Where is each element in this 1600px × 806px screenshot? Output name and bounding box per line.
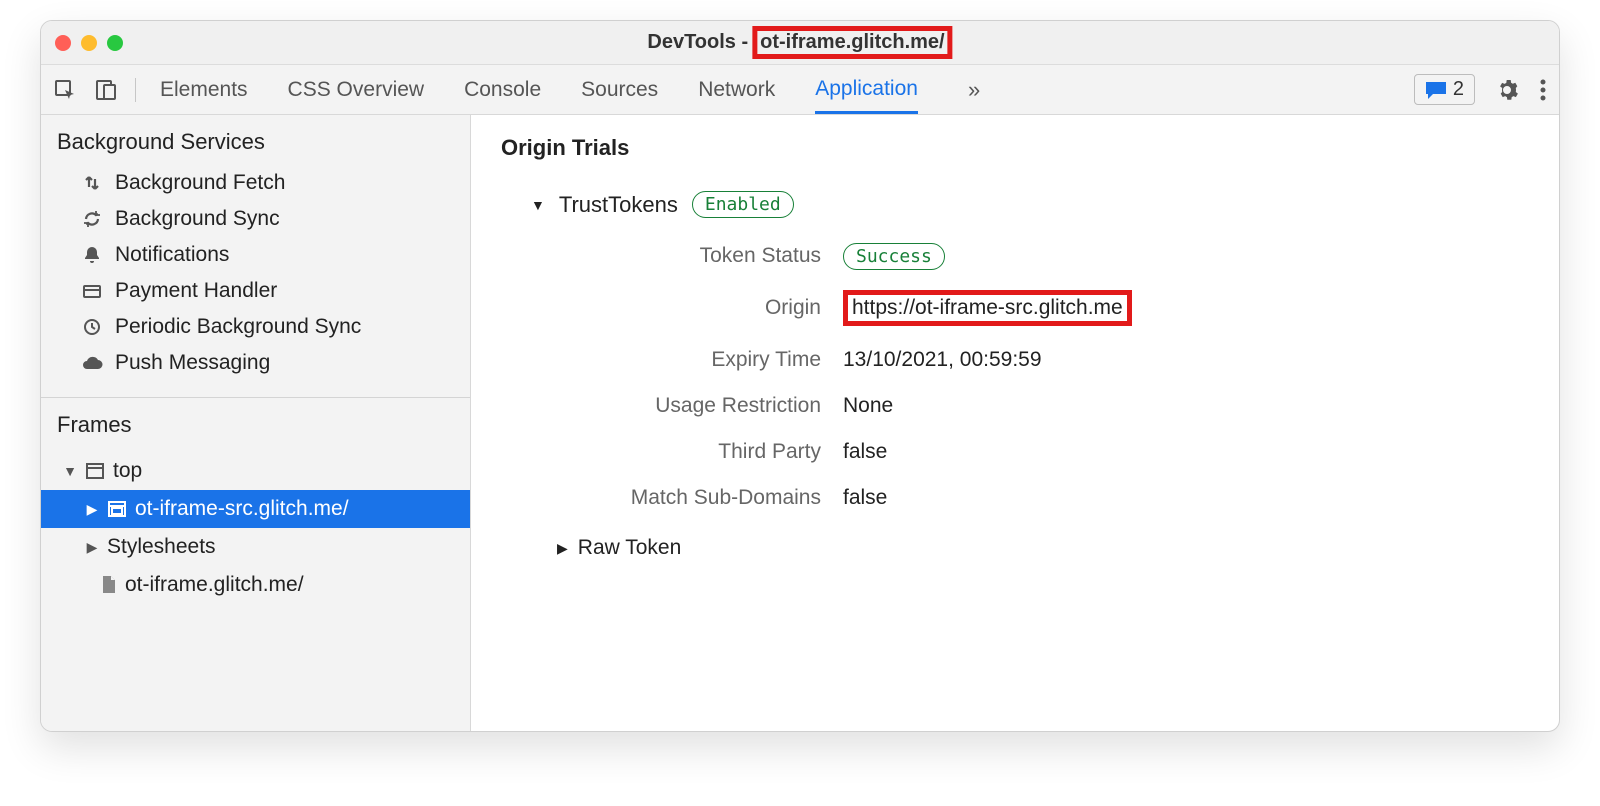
- sidebar-item-push-messaging[interactable]: Push Messaging: [41, 345, 470, 381]
- tab-css-overview[interactable]: CSS Overview: [288, 68, 425, 112]
- sidebar-item-periodic-background-sync[interactable]: Periodic Background Sync: [41, 309, 470, 345]
- disclosure-triangle-icon[interactable]: ▼: [531, 197, 545, 213]
- sidebar-section-frames: Frames: [41, 398, 470, 448]
- trial-details-table: Token Status Success Origin https://ot-i…: [501, 244, 1529, 510]
- disclosure-triangle-icon[interactable]: ▶: [557, 540, 568, 557]
- sidebar-section-background-services: Background Services: [41, 115, 470, 165]
- frame-label: Stylesheets: [107, 535, 216, 559]
- section-heading-origin-trials: Origin Trials: [501, 135, 1529, 161]
- tab-elements[interactable]: Elements: [160, 68, 248, 112]
- sidebar-item-label: Notifications: [115, 243, 229, 267]
- window-title: DevTools - ot-iframe.glitch.me/: [647, 26, 952, 59]
- titlebar: DevTools - ot-iframe.glitch.me/: [41, 21, 1559, 65]
- raw-token-row[interactable]: ▶ Raw Token: [501, 536, 1529, 560]
- usage-restriction-label: Usage Restriction: [501, 394, 821, 418]
- panel-body: Background Services Background Fetch Bac…: [41, 115, 1559, 731]
- clock-icon: [81, 317, 103, 337]
- frame-top[interactable]: ▼ top: [41, 452, 470, 490]
- match-sub-domains-label: Match Sub-Domains: [501, 486, 821, 510]
- frame-label: ot-iframe-src.glitch.me/: [135, 497, 349, 521]
- sidebar-item-notifications[interactable]: Notifications: [41, 237, 470, 273]
- frame-leaf[interactable]: ot-iframe.glitch.me/: [41, 566, 470, 604]
- main-content: Origin Trials ▼ TrustTokens Enabled Toke…: [471, 115, 1559, 731]
- sidebar-item-label: Payment Handler: [115, 279, 277, 303]
- raw-token-label: Raw Token: [578, 536, 682, 560]
- match-sub-domains-value: false: [843, 486, 1529, 510]
- origin-value: https://ot-iframe-src.glitch.me: [843, 290, 1132, 326]
- sidebar-item-label: Background Sync: [115, 207, 280, 231]
- token-status-badge: Success: [843, 243, 945, 270]
- tab-network[interactable]: Network: [698, 68, 775, 112]
- issues-button[interactable]: 2: [1414, 74, 1475, 105]
- frame-selected[interactable]: ▶ ot-iframe-src.glitch.me/: [41, 490, 470, 528]
- close-window-button[interactable]: [55, 35, 71, 51]
- bell-icon: [81, 245, 103, 265]
- sidebar-item-background-sync[interactable]: Background Sync: [41, 201, 470, 237]
- sidebar-item-label: Background Fetch: [115, 171, 285, 195]
- expiry-value: 13/10/2021, 00:59:59: [843, 348, 1529, 372]
- settings-gear-icon[interactable]: [1495, 78, 1519, 102]
- frame-label: top: [113, 459, 142, 483]
- trial-name: TrustTokens: [559, 192, 678, 218]
- sidebar-item-payment-handler[interactable]: Payment Handler: [41, 273, 470, 309]
- document-icon: [101, 575, 117, 595]
- device-toolbar-icon[interactable]: [95, 78, 117, 102]
- expiry-label: Expiry Time: [501, 348, 821, 372]
- panel-tabs: Elements CSS Overview Console Sources Ne…: [160, 67, 1394, 113]
- disclosure-triangle-icon[interactable]: ▶: [85, 539, 99, 556]
- third-party-value: false: [843, 440, 1529, 464]
- disclosure-triangle-icon[interactable]: ▼: [63, 463, 77, 479]
- tab-console[interactable]: Console: [464, 68, 541, 112]
- token-status-label: Token Status: [501, 244, 821, 268]
- frames-tree: ▼ top ▶ ot-iframe-src.glitch.me/ ▶ Style…: [41, 448, 470, 614]
- tab-application[interactable]: Application: [815, 67, 918, 114]
- window-title-prefix: DevTools -: [647, 31, 748, 54]
- disclosure-triangle-icon[interactable]: ▶: [85, 501, 99, 518]
- main-toolbar: Elements CSS Overview Console Sources Ne…: [41, 65, 1559, 115]
- background-services-list: Background Fetch Background Sync Notific…: [41, 165, 470, 393]
- cloud-icon: [81, 354, 103, 372]
- inspect-element-icon[interactable]: [53, 78, 77, 102]
- window-title-url: ot-iframe.glitch.me/: [752, 26, 952, 59]
- issues-count: 2: [1453, 78, 1464, 101]
- iframe-icon: [107, 500, 127, 518]
- usage-restriction-value: None: [843, 394, 1529, 418]
- enabled-badge: Enabled: [692, 191, 794, 218]
- devtools-window: DevTools - ot-iframe.glitch.me/ Elements…: [40, 20, 1560, 732]
- third-party-label: Third Party: [501, 440, 821, 464]
- card-icon: [81, 281, 103, 301]
- origin-label: Origin: [501, 296, 821, 320]
- toolbar-right-tools: 2: [1414, 74, 1547, 105]
- sidebar-item-label: Push Messaging: [115, 351, 270, 375]
- tab-sources[interactable]: Sources: [581, 68, 658, 112]
- zoom-window-button[interactable]: [107, 35, 123, 51]
- toolbar-left-tools: [53, 78, 136, 102]
- frame-stylesheets[interactable]: ▶ Stylesheets: [41, 528, 470, 566]
- traffic-lights: [55, 35, 123, 51]
- trial-header-row[interactable]: ▼ TrustTokens Enabled: [501, 191, 1529, 218]
- tabs-overflow-icon[interactable]: »: [958, 77, 990, 103]
- sidebar-item-background-fetch[interactable]: Background Fetch: [41, 165, 470, 201]
- kebab-menu-icon[interactable]: [1539, 78, 1547, 102]
- window-icon: [85, 462, 105, 480]
- sidebar-item-label: Periodic Background Sync: [115, 315, 361, 339]
- sync-icon: [81, 209, 103, 229]
- updown-icon: [81, 173, 103, 193]
- minimize-window-button[interactable]: [81, 35, 97, 51]
- frame-label: ot-iframe.glitch.me/: [125, 573, 304, 597]
- application-sidebar: Background Services Background Fetch Bac…: [41, 115, 471, 731]
